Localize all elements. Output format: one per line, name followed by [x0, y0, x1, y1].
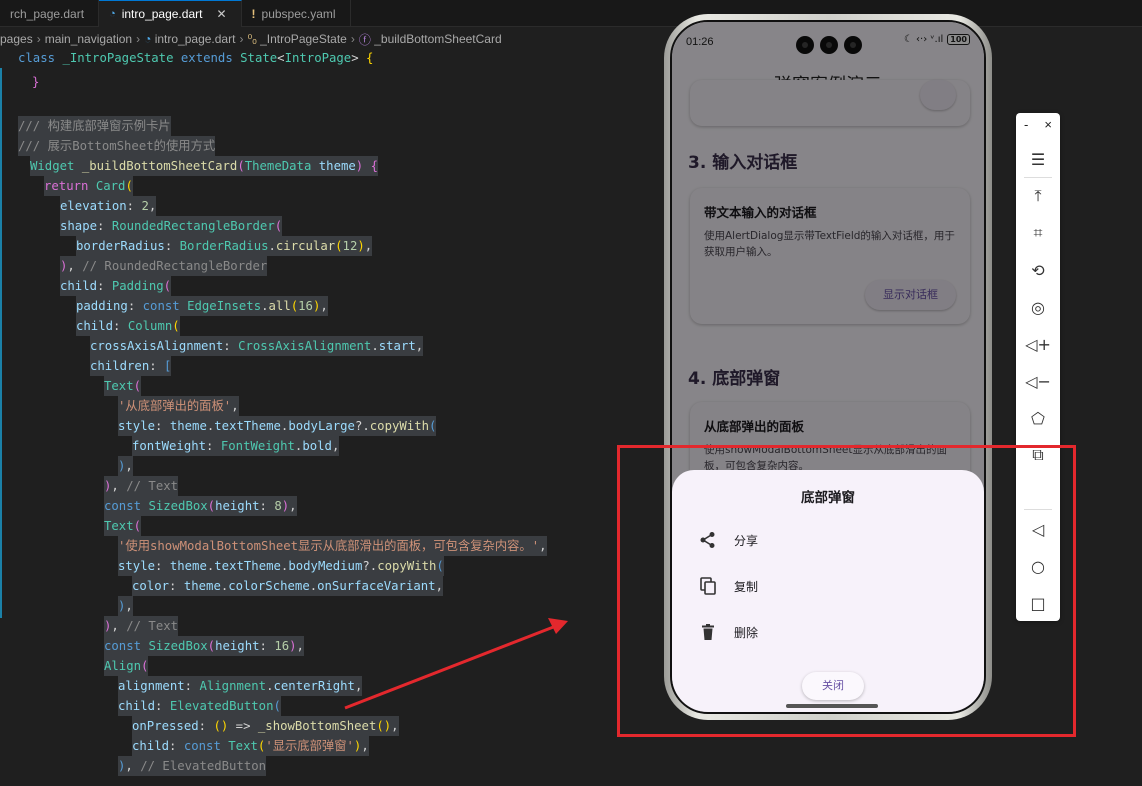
pin-top-icon[interactable]: ⤒	[1016, 183, 1060, 209]
menu-icon[interactable]: ☰	[1016, 146, 1060, 172]
minimize-button[interactable]: -	[1024, 117, 1028, 135]
annotation-highlight-box	[617, 445, 1076, 737]
screen-rotate-icon[interactable]: ⬠	[1016, 405, 1060, 431]
volume-down-icon[interactable]: ◁−	[1016, 368, 1060, 394]
crop-icon[interactable]: ⌗	[1016, 220, 1060, 246]
volume-up-icon[interactable]: ◁+	[1016, 331, 1060, 357]
close-window-button[interactable]: ×	[1044, 117, 1052, 135]
record-icon[interactable]: ◎	[1016, 294, 1060, 320]
window-controls: - ×	[1016, 117, 1060, 135]
rotate-icon[interactable]: ⟲	[1016, 257, 1060, 283]
